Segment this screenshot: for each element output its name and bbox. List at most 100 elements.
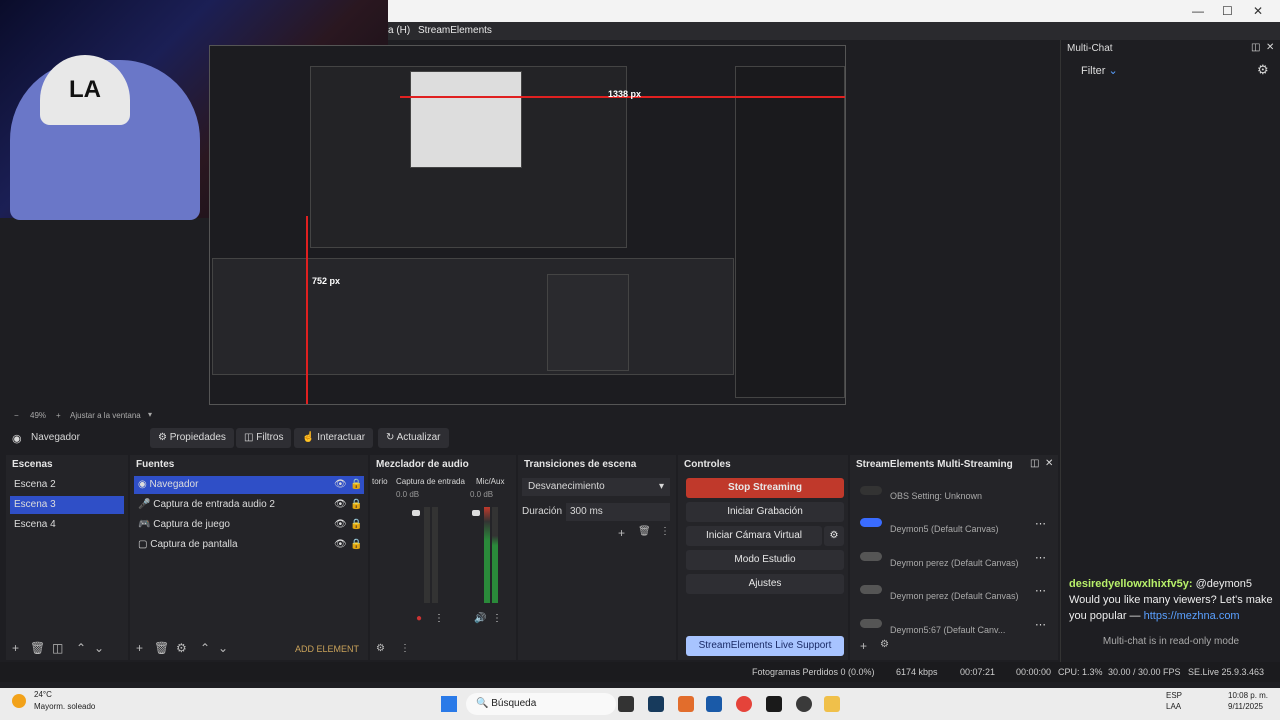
more-icon[interactable]: ⋯ — [1035, 618, 1046, 631]
filter-icon[interactable]: ◫ — [52, 641, 63, 655]
add-source-button[interactable]: + — [136, 641, 143, 655]
virtual-camera-button[interactable]: Iniciar Cámara Virtual — [686, 526, 822, 546]
more-icon[interactable]: ⋮ — [400, 643, 410, 654]
mixer-settings-icon[interactable]: ⚙ — [376, 643, 385, 654]
duration-label: Duración — [522, 506, 563, 517]
maximize-button[interactable]: ☐ — [1222, 4, 1233, 18]
more-icon[interactable]: ⋯ — [1035, 584, 1046, 597]
gear-icon[interactable]: ⚙ — [1257, 62, 1269, 78]
move-down-icon[interactable]: ⌄ — [94, 641, 104, 655]
add-transition-button[interactable]: + — [618, 526, 625, 540]
live-support-button[interactable]: StreamElements Live Support — [686, 636, 844, 656]
minimize-button[interactable]: — — [1192, 4, 1204, 18]
volume-slider[interactable] — [412, 510, 420, 516]
close-icon[interactable]: ✕ — [1266, 42, 1274, 53]
source-item-selected[interactable]: ◉ Navegador 👁 🔒 — [134, 476, 364, 494]
move-up-icon[interactable]: ⌃ — [76, 641, 86, 655]
toggle-off[interactable] — [860, 486, 882, 495]
source-item[interactable]: ▢ Captura de pantalla 👁 🔒 — [134, 536, 364, 554]
zoom-percent: 49% — [30, 411, 47, 420]
volume-meter — [492, 507, 498, 603]
settings-button[interactable]: Ajustes — [686, 574, 844, 594]
channel-name: Captura de entrada — [396, 477, 465, 486]
more-icon[interactable]: ⋮ — [434, 613, 444, 624]
lock-icon[interactable]: 🔒 — [350, 476, 362, 494]
source-label: Navegador — [149, 479, 199, 490]
gear-icon[interactable]: ⚙ — [824, 526, 844, 546]
eye-icon[interactable]: 👁 — [334, 516, 347, 534]
add-scene-button[interactable]: + — [12, 641, 19, 655]
nested-controls — [547, 274, 629, 371]
scene-item[interactable]: Escena 2 — [10, 476, 124, 494]
scene-item-selected[interactable]: Escena 3 — [10, 496, 124, 514]
refresh-button[interactable]: ↻ Actualizar — [378, 428, 449, 448]
trash-icon[interactable]: 🗑 — [30, 641, 45, 655]
trash-icon[interactable]: 🗑 — [154, 641, 169, 655]
taskbar-search[interactable]: 🔍 Búsqueda — [466, 693, 616, 715]
eye-icon[interactable]: 👁 — [334, 476, 347, 494]
mute-icon[interactable]: ● — [416, 613, 422, 624]
start-recording-button[interactable]: Iniciar Grabación — [686, 502, 844, 522]
folder-icon[interactable] — [824, 696, 840, 712]
app-icon[interactable] — [706, 696, 722, 712]
menu-streamelements[interactable]: StreamElements — [418, 25, 492, 36]
more-icon[interactable]: ⋯ — [1035, 517, 1046, 530]
filters-button[interactable]: ◫ Filtros — [236, 428, 292, 448]
move-up-icon[interactable]: ⌃ — [200, 641, 210, 655]
toggle-on[interactable] — [860, 518, 882, 527]
eye-icon[interactable]: 👁 — [334, 536, 347, 554]
chevron-down-icon[interactable]: ▾ — [148, 410, 152, 419]
filter-dropdown[interactable]: Filter ⌄ — [1081, 64, 1118, 77]
toggle-off[interactable] — [860, 552, 882, 561]
menu-help-partial[interactable]: a (H) — [388, 25, 410, 36]
interact-button[interactable]: ☝ Interactuar — [294, 428, 374, 448]
scenes-dock: Escenas Escena 2 Escena 3 Escena 4 + 🗑 ◫… — [6, 455, 128, 660]
more-icon[interactable]: ⋯ — [1035, 551, 1046, 564]
studio-mode-button[interactable]: Modo Estudio — [686, 550, 844, 570]
eye-icon[interactable]: 👁 — [334, 496, 347, 514]
obs-icon[interactable] — [796, 696, 812, 712]
zoom-in-button[interactable]: + — [56, 411, 61, 420]
lock-icon[interactable]: 🔒 — [350, 516, 362, 534]
stream-target-name: Deymon perez (Default Canvas) — [890, 558, 1019, 568]
gear-icon[interactable]: ⚙ — [880, 639, 889, 650]
lang2[interactable]: LAA — [1166, 702, 1181, 711]
more-icon[interactable]: ⋮ — [660, 526, 670, 537]
zoom-out-button[interactable]: − — [14, 411, 19, 420]
lock-icon[interactable]: 🔒 — [350, 536, 362, 554]
fit-window-button[interactable]: Ajustar a la ventana — [70, 411, 141, 420]
app-icon[interactable] — [618, 696, 634, 712]
lock-icon[interactable]: 🔒 — [350, 496, 362, 514]
stop-streaming-button[interactable]: Stop Streaming — [686, 478, 844, 498]
close-icon[interactable]: ✕ — [1045, 458, 1053, 469]
clock-date[interactable]: 9/11/2025 — [1228, 702, 1263, 711]
chat-link[interactable]: https://mezhna.com — [1144, 610, 1240, 622]
trash-icon[interactable]: 🗑 — [638, 526, 651, 537]
chrome-icon[interactable] — [736, 696, 752, 712]
clock-time[interactable]: 10:08 p. m. — [1228, 691, 1268, 700]
gear-icon[interactable]: ⚙ — [176, 641, 187, 655]
volume-slider[interactable] — [472, 510, 480, 516]
toggle-off[interactable] — [860, 619, 882, 628]
move-down-icon[interactable]: ⌄ — [218, 641, 228, 655]
scene-item[interactable]: Escena 4 — [10, 516, 124, 534]
add-target-button[interactable]: + — [860, 639, 867, 653]
properties-button[interactable]: ⚙ Propiedades — [150, 428, 234, 448]
app-icon[interactable] — [766, 696, 782, 712]
speaker-icon[interactable]: 🔊 — [474, 613, 486, 624]
toggle-off[interactable] — [860, 585, 882, 594]
lang1[interactable]: ESP — [1166, 691, 1182, 700]
transition-select[interactable]: Desvanecimiento ▾ — [522, 478, 670, 496]
steam-icon[interactable] — [648, 696, 664, 712]
source-item[interactable]: 🎮 Captura de juego 👁 🔒 — [134, 516, 364, 534]
duration-input[interactable]: 300 ms — [566, 503, 670, 521]
float-icon[interactable]: ◫ — [1030, 458, 1039, 469]
float-icon[interactable]: ◫ — [1251, 42, 1260, 53]
more-icon[interactable]: ⋮ — [492, 613, 502, 624]
source-item[interactable]: 🎤 Captura de entrada audio 2 👁 🔒 — [134, 496, 364, 514]
add-element-button[interactable]: ADD ELEMENT — [295, 644, 359, 654]
close-window-button[interactable]: ✕ — [1253, 4, 1263, 18]
windows-start-icon[interactable] — [441, 696, 457, 712]
app-icon[interactable] — [678, 696, 694, 712]
preview-canvas[interactable]: 1338 px 752 px — [209, 45, 846, 405]
